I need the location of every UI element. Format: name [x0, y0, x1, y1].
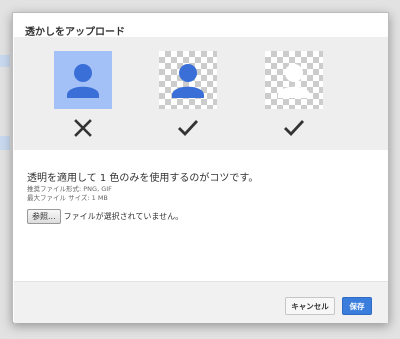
check-icon: [178, 120, 199, 137]
file-input-row: 参照... ファイルが選択されていません。: [27, 209, 183, 224]
dialog-title: 透かしをアップロード: [25, 27, 125, 38]
dialog-footer: キャンセル 保存: [14, 281, 388, 323]
background-highlight: [0, 55, 10, 67]
upload-watermark-dialog: 透かしをアップロード 透明を適用して 1 色のみを使用するのがコツです。 推奨フ…: [12, 12, 389, 323]
example-transparent-blue: [159, 51, 217, 109]
background-highlight: [0, 136, 10, 150]
tip-text: 透明を適用して 1 色のみを使用するのがコツです。: [27, 173, 259, 184]
formats-line: 推奨ファイル形式: PNG, GIF: [27, 185, 112, 193]
save-button[interactable]: 保存: [342, 297, 372, 315]
example-solid-background: [54, 51, 112, 109]
person-icon: [278, 64, 310, 98]
check-icon: [284, 120, 305, 137]
example-transparent-white: [265, 51, 323, 109]
cancel-button[interactable]: キャンセル: [285, 297, 335, 315]
size-line: 最大ファイル サイズ: 1 MB: [27, 194, 108, 202]
cross-icon: [74, 119, 92, 137]
examples-panel: [14, 37, 388, 150]
browse-button[interactable]: 参照...: [27, 209, 61, 224]
person-icon: [67, 64, 99, 98]
file-requirements: 推奨ファイル形式: PNG, GIF 最大ファイル サイズ: 1 MB: [27, 185, 112, 203]
no-file-selected-text: ファイルが選択されていません。: [63, 212, 184, 221]
person-icon: [172, 64, 204, 98]
